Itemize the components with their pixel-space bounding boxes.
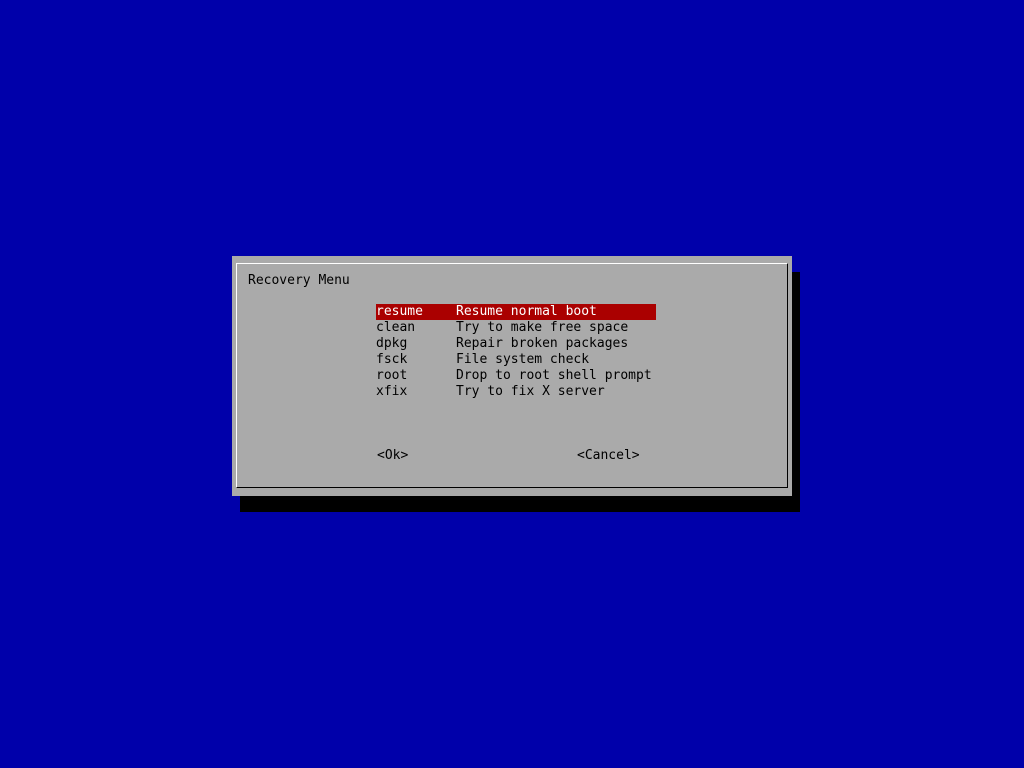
menu-item-description: File system check — [456, 352, 590, 367]
ok-button[interactable]: <Ok> — [377, 448, 408, 464]
cancel-button[interactable]: <Cancel> — [577, 448, 640, 464]
menu-item-root[interactable]: root Drop to root shell prompt — [376, 368, 656, 384]
dialog-title: Recovery Menu — [248, 273, 350, 288]
menu-item-tag: root — [376, 368, 408, 383]
menu-item-fsck[interactable]: fsck File system check — [376, 352, 656, 368]
menu-item-description: Drop to root shell prompt — [456, 368, 652, 383]
menu-item-tag: fsck — [376, 352, 408, 367]
menu-item-description: Repair broken packages — [456, 336, 629, 351]
menu-item-description: Try to make free space — [456, 320, 629, 335]
menu-item-tag: resume — [376, 304, 423, 319]
recovery-menu-list: resume Resume normal boot clean Try to m… — [376, 304, 656, 400]
menu-item-dpkg[interactable]: dpkg Repair broken packages — [376, 336, 656, 352]
menu-item-description: Resume normal boot — [456, 304, 597, 319]
menu-item-xfix[interactable]: xfix Try to fix X server — [376, 384, 656, 400]
menu-item-description: Try to fix X server — [456, 384, 605, 399]
recovery-menu-dialog: Recovery Menu resume Resume normal boot … — [232, 256, 792, 496]
menu-item-tag: dpkg — [376, 336, 408, 351]
menu-item-clean[interactable]: clean Try to make free space — [376, 320, 656, 336]
menu-item-tag: xfix — [376, 384, 408, 399]
menu-item-resume[interactable]: resume Resume normal boot — [376, 304, 656, 320]
menu-item-tag: clean — [376, 320, 416, 335]
